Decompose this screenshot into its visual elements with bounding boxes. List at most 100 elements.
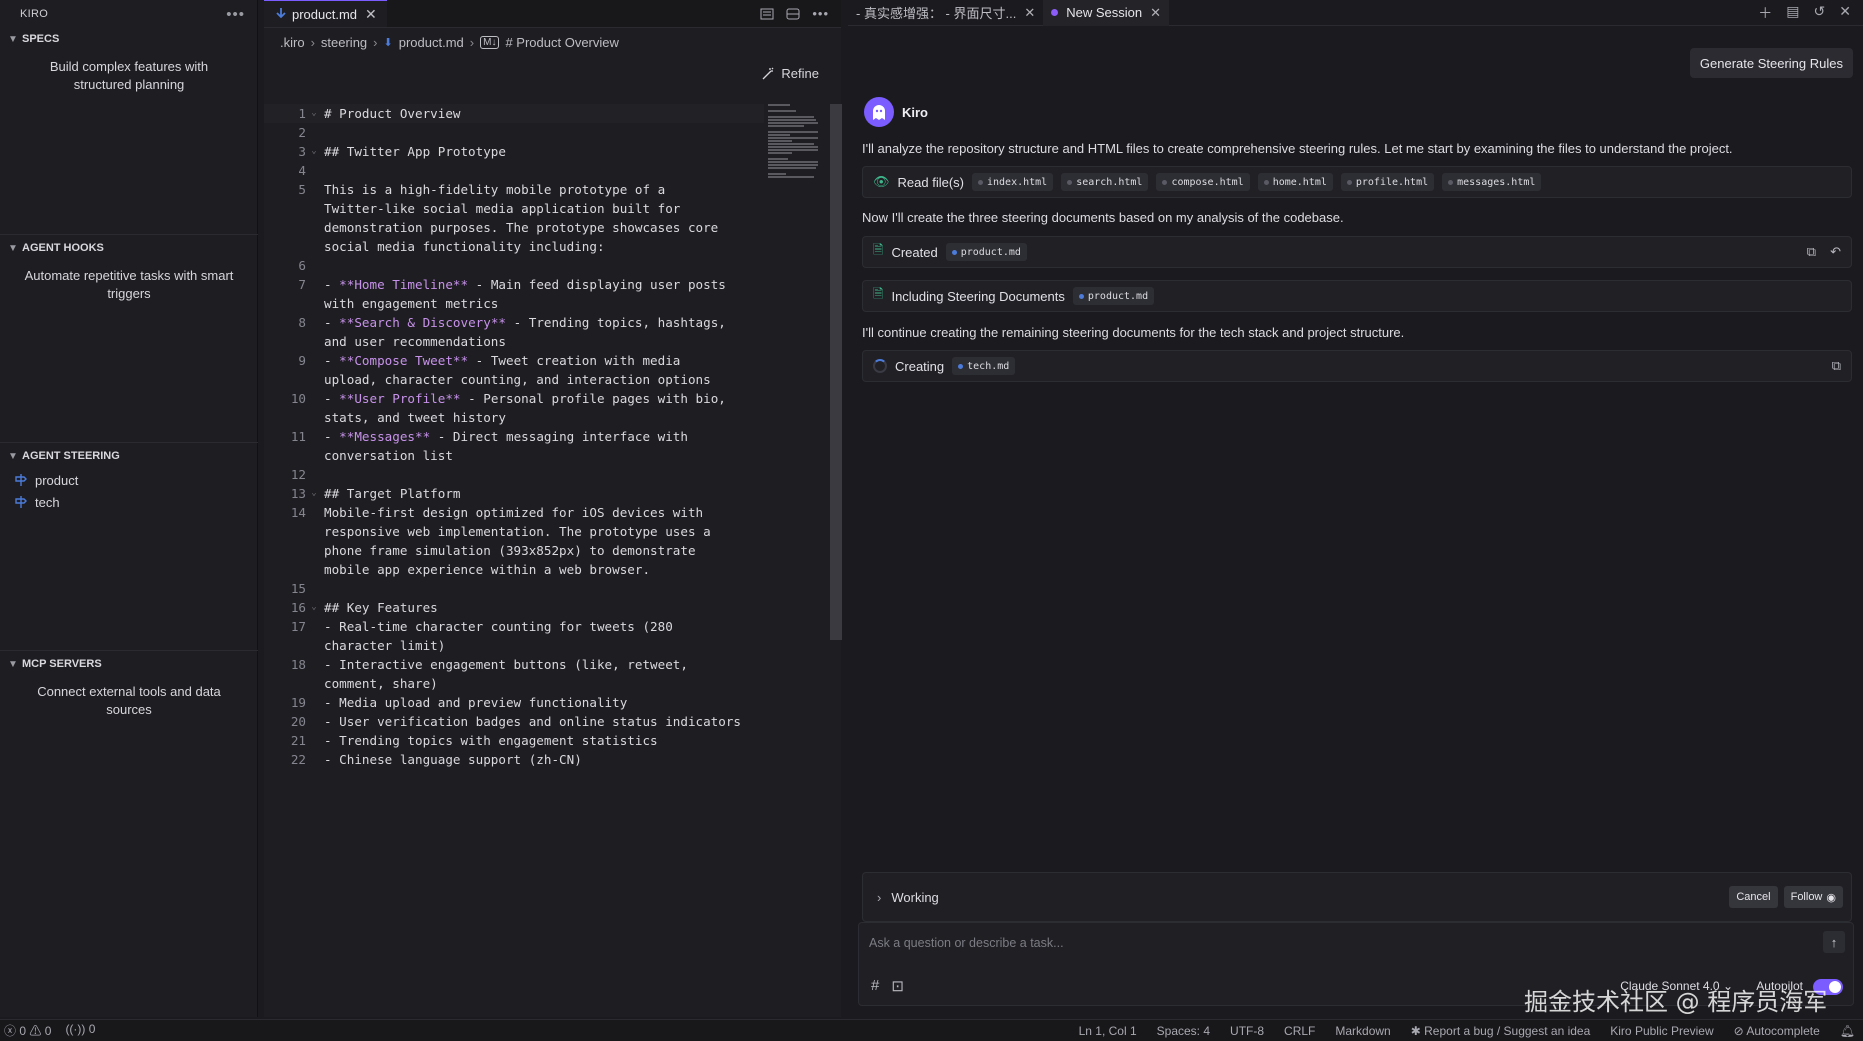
code-area[interactable]: 1 ⌄ # Product Overview 2 3 ⌄ ## Twitter App Pr… (264, 104, 764, 769)
code-line[interactable]: 22 - Chinese language support (zh-CN) (264, 750, 764, 769)
bell-icon[interactable]: 🔔︎ (1840, 1024, 1855, 1038)
code-line[interactable]: phone frame simulation (393x852px) to de… (264, 541, 764, 560)
encoding[interactable]: UTF-8 (1230, 1024, 1264, 1038)
autocomplete-toggle[interactable]: ⊘ Autocomplete (1734, 1024, 1820, 1038)
public-preview-label[interactable]: Kiro Public Preview (1610, 1024, 1713, 1038)
code-line[interactable]: 7 - **Home Timeline** - Main feed display… (264, 275, 764, 294)
follow-button[interactable]: Follow ◉ (1783, 886, 1843, 908)
specs-section-header[interactable]: ▼ SPECS (0, 26, 258, 52)
breadcrumb-item[interactable]: product.md (399, 35, 464, 50)
editor-scrollbar[interactable] (830, 104, 842, 640)
code-line[interactable]: responsive web implementation. The proto… (264, 522, 764, 541)
code-line[interactable]: 5 This is a high-fidelity mobile prototyp… (264, 180, 764, 199)
split-editor-icon[interactable] (786, 7, 800, 21)
code-line[interactable]: 21 - Trending topics with engagement stat… (264, 731, 764, 750)
close-icon[interactable]: ✕ (365, 6, 377, 23)
steering-item-product[interactable]: product (0, 469, 258, 491)
breadcrumb-item[interactable]: steering (321, 35, 367, 50)
line-ending[interactable]: CRLF (1284, 1024, 1315, 1038)
fold-chevron-icon[interactable]: ⌄ (306, 598, 322, 617)
code-line[interactable]: 4 (264, 161, 764, 180)
language-mode[interactable]: Markdown (1335, 1024, 1390, 1038)
fold-chevron-icon[interactable]: ⌄ (306, 104, 322, 123)
minimap[interactable] (768, 104, 824, 178)
code-line[interactable]: 2 (264, 123, 764, 142)
file-chip[interactable]: search.html (1061, 173, 1149, 191)
code-line[interactable]: 18 - Interactive engagement buttons (like… (264, 655, 764, 674)
close-panel-icon[interactable]: ✕ (1839, 3, 1851, 23)
send-button[interactable]: ↑ (1823, 931, 1845, 953)
code-line[interactable]: 16 ⌄ ## Key Features (264, 598, 764, 617)
code-line[interactable]: 19 - Media upload and preview functionali… (264, 693, 764, 712)
read-files-card[interactable]: 👁 Read file(s) index.html search.html co… (862, 166, 1852, 198)
code-line[interactable]: 20 - User verification badges and online … (264, 712, 764, 731)
session-tab-previous[interactable]: - 真实感增强： - 界面尺寸... ✕ (848, 0, 1043, 26)
file-chip[interactable]: messages.html (1442, 173, 1542, 191)
plus-icon[interactable]: ＋ (1758, 3, 1772, 23)
code-line[interactable]: 8 - **Search & Discovery** - Trending top… (264, 313, 764, 332)
session-tab-new[interactable]: New Session ✕ (1043, 0, 1170, 26)
file-chip[interactable]: product.md (945, 243, 1027, 261)
code-line[interactable]: 10 - **User Profile** - Personal profile … (264, 389, 764, 408)
diff-icon[interactable]: ⧉ (1807, 244, 1816, 260)
more-options-icon[interactable]: ••• (226, 6, 245, 23)
indentation[interactable]: Spaces: 4 (1157, 1024, 1210, 1038)
code-line[interactable]: conversation list (264, 446, 764, 465)
mcp-section-header[interactable]: ▼ MCP SERVERS (0, 651, 258, 677)
file-chip[interactable]: home.html (1257, 173, 1333, 191)
code-line[interactable]: comment, share) (264, 674, 764, 693)
code-line[interactable]: social media functionality including: (264, 237, 764, 256)
preview-icon[interactable] (760, 7, 774, 21)
report-bug-link[interactable]: ✱ Report a bug / Suggest an idea (1411, 1024, 1591, 1038)
generate-steering-rules-button[interactable]: Generate Steering Rules (1689, 48, 1853, 78)
breadcrumb-item[interactable]: # Product Overview (505, 35, 618, 50)
code-line[interactable]: 6 (264, 256, 764, 275)
chat-input[interactable] (869, 933, 1769, 953)
hashtag-icon[interactable]: # (871, 977, 879, 995)
code-line[interactable]: with engagement metrics (264, 294, 764, 313)
close-icon[interactable]: ✕ (1150, 5, 1161, 21)
diff-icon[interactable]: ⧉ (1832, 358, 1841, 374)
archive-icon[interactable]: ▤ (1786, 3, 1799, 23)
steering-item-tech[interactable]: tech (0, 491, 258, 513)
code-line[interactable]: 1 ⌄ # Product Overview (264, 104, 764, 123)
code-line[interactable]: 11 - **Messages** - Direct messaging inte… (264, 427, 764, 446)
created-card[interactable]: 🗎 Created product.md ⧉ ↶ (862, 236, 1852, 268)
file-chip[interactable]: product.md (1072, 287, 1155, 305)
code-line[interactable]: 3 ⌄ ## Twitter App Prototype (264, 142, 764, 161)
cursor-position[interactable]: Ln 1, Col 1 (1079, 1024, 1137, 1038)
file-chip[interactable]: compose.html (1156, 173, 1250, 191)
cancel-button[interactable]: Cancel (1729, 886, 1778, 908)
breadcrumb-item[interactable]: .kiro (280, 35, 305, 50)
image-icon[interactable]: ⊡ (891, 977, 904, 995)
code-line[interactable]: stats, and tweet history (264, 408, 764, 427)
code-line[interactable]: 13 ⌄ ## Target Platform (264, 484, 764, 503)
code-line[interactable]: character limit) (264, 636, 764, 655)
code-line[interactable]: 9 - **Compose Tweet** - Tweet creation wi… (264, 351, 764, 370)
tab-product-md[interactable]: product.md ✕ (264, 0, 387, 27)
close-icon[interactable]: ✕ (1024, 5, 1035, 21)
including-steering-card[interactable]: 🗎 Including Steering Documents product.m… (862, 280, 1852, 312)
code-line[interactable]: 17 - Real-time character counting for twe… (264, 617, 764, 636)
ports-indicator[interactable]: ((·)) 0 (65, 1022, 95, 1039)
code-line[interactable]: 14 Mobile-first design optimized for iOS … (264, 503, 764, 522)
creating-card[interactable]: Creating tech.md ⧉ (862, 350, 1852, 382)
code-line[interactable]: upload, character counting, and interact… (264, 370, 764, 389)
refine-button[interactable]: Refine (761, 66, 819, 81)
revert-icon[interactable]: ↶ (1830, 244, 1841, 260)
history-icon[interactable]: ↺ (1814, 3, 1826, 23)
code-line[interactable]: Twitter-like social media application bu… (264, 199, 764, 218)
fold-chevron-icon[interactable]: ⌄ (306, 142, 322, 161)
chevron-right-icon[interactable]: › (877, 890, 881, 905)
code-line[interactable]: demonstration purposes. The prototype sh… (264, 218, 764, 237)
more-actions-icon[interactable]: ••• (812, 6, 829, 21)
problems-indicator[interactable]: ⓧ 0 ⚠ 0 (4, 1022, 51, 1039)
code-line[interactable]: and user recommendations (264, 332, 764, 351)
fold-chevron-icon[interactable]: ⌄ (306, 484, 322, 503)
code-line[interactable]: 15 (264, 579, 764, 598)
hooks-section-header[interactable]: ▼ AGENT HOOKS (0, 235, 258, 261)
file-chip[interactable]: tech.md (952, 357, 1016, 375)
file-chip[interactable]: index.html (971, 173, 1054, 191)
code-line[interactable]: mobile app experience within a web brows… (264, 560, 764, 579)
code-line[interactable]: 12 (264, 465, 764, 484)
